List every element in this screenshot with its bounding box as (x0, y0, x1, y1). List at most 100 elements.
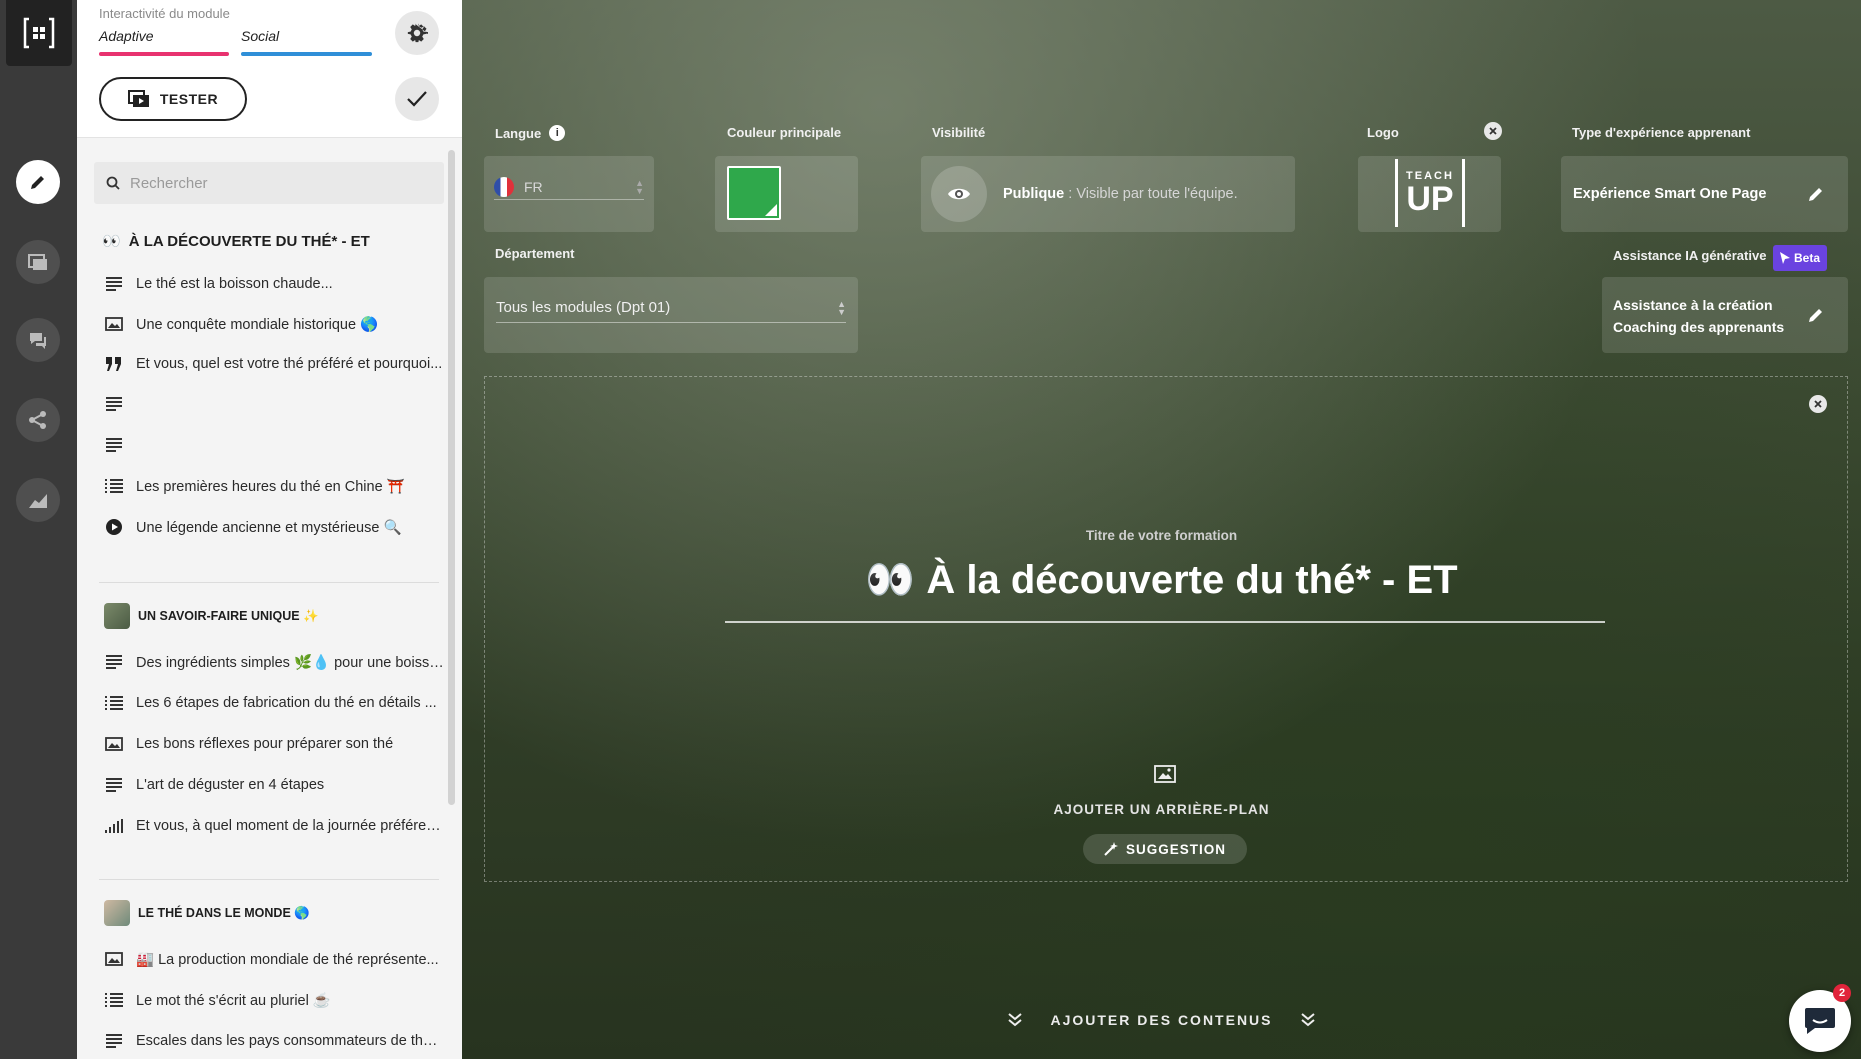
list-item-label: Une conquête mondiale historique 🌎 (136, 316, 379, 333)
section-title[interactable]: 👀 À LA DÉCOUVERTE DU THÉ* - ET (102, 232, 370, 251)
langue-card: FR ▲ ▼ (484, 156, 654, 232)
pencil-icon (31, 176, 44, 189)
list-item[interactable]: Le mot thé s'écrit au pluriel ☕ (104, 986, 444, 1014)
rail-share-button[interactable] (16, 398, 60, 442)
title-underline (725, 621, 1605, 623)
tester-button[interactable]: TESTER (99, 77, 247, 121)
color-swatch-corner (765, 204, 777, 216)
departement-value: Tous les modules (Dpt 01) (496, 299, 671, 316)
eye-button[interactable] (931, 166, 987, 222)
pencil-icon[interactable] (1806, 184, 1826, 204)
ia-line-1: Assistance à la création (1613, 297, 1773, 313)
ia-card[interactable]: Assistance à la création Coaching des ap… (1602, 277, 1848, 353)
rail-edit-button[interactable] (16, 160, 60, 204)
cursor-icon (1779, 252, 1790, 264)
experience-card[interactable]: Expérience Smart One Page (1561, 156, 1848, 232)
app-logo-icon (23, 17, 55, 49)
list-item[interactable]: Et vous, à quel moment de la journée pré… (104, 812, 444, 840)
langue-select[interactable]: FR ▲ ▼ (494, 174, 644, 200)
text-icon (104, 652, 124, 672)
panel-scrollbar[interactable] (448, 150, 455, 805)
play-slides-icon (127, 90, 149, 107)
section-title[interactable]: LE THÉ DANS LE MONDE 🌎 (104, 900, 310, 926)
list-item[interactable]: Les premières heures du thé en Chine ⛩️ (104, 472, 444, 500)
list-item[interactable]: Une légende ancienne et mystérieuse 🔍 (104, 513, 444, 541)
logo-label: Logo (1367, 125, 1399, 140)
cover-remove-button[interactable] (1809, 395, 1827, 413)
suggestion-button[interactable]: SUGGESTION (1083, 834, 1247, 864)
text-icon (104, 394, 124, 414)
visibilite-card[interactable]: Publique : Visible par toute l'équipe. (921, 156, 1295, 232)
side-panel: Interactivité du module Adaptive Social … (77, 0, 462, 1059)
visibilite-text: Publique : Visible par toute l'équipe. (1003, 186, 1238, 202)
list-icon (104, 693, 124, 713)
langue-label-text: Langue (495, 125, 542, 141)
list-icon (104, 990, 124, 1010)
panel-header: Interactivité du module Adaptive Social … (77, 0, 462, 138)
section-title[interactable]: UN SAVOIR-FAIRE UNIQUE ✨ (104, 603, 319, 629)
poll-icon (104, 816, 124, 836)
logo-remove-button[interactable] (1484, 122, 1502, 140)
list-item[interactable]: Les 6 étapes de fabrication du thé en dé… (104, 689, 444, 717)
title-emoji: 👀 (865, 558, 916, 602)
share-icon (29, 411, 46, 429)
list-item[interactable] (104, 431, 444, 459)
left-rail (0, 0, 77, 1059)
list-item[interactable]: Escales dans les pays consommateurs de t… (104, 1027, 444, 1055)
suggestion-label: SUGGESTION (1125, 841, 1226, 857)
departement-select[interactable]: Tous les modules (Dpt 01) ▲ ▼ (496, 293, 846, 323)
teachup-logo: TEACH UP (1395, 159, 1465, 227)
add-contents-label: AJOUTER DES CONTENUS (1050, 1012, 1273, 1028)
list-item-label: Escales dans les pays consommateurs de t… (136, 1033, 444, 1049)
tab-social[interactable]: Social (241, 28, 279, 44)
ia-line-2: Coaching des apprenants (1613, 319, 1785, 335)
section-thumbnail (104, 900, 130, 926)
pencil-icon[interactable] (1806, 305, 1826, 325)
list-item[interactable]: L'art de déguster en 4 étapes (104, 771, 444, 799)
list-item[interactable]: Le thé est la boisson chaude... (104, 270, 444, 298)
settings-button[interactable] (395, 11, 439, 55)
chat-unread-badge: 2 (1833, 984, 1851, 1002)
list-item[interactable]: Et vous, quel est votre thé préféré et p… (104, 350, 444, 378)
list-item[interactable] (104, 390, 444, 418)
experience-label: Type d'expérience apprenant (1572, 125, 1751, 140)
title-label: Titre de votre formation (1085, 528, 1238, 543)
add-contents-button[interactable]: AJOUTER DES CONTENUS (462, 1012, 1861, 1028)
tab-adaptive[interactable]: Adaptive (99, 28, 153, 44)
rail-comments-button[interactable] (16, 318, 60, 362)
rail-stats-button[interactable] (16, 478, 60, 522)
visibilite-bold: Publique (1003, 186, 1065, 202)
course-title[interactable]: 👀 À la découverte du thé* - ET (462, 556, 1861, 603)
info-icon[interactable]: i (549, 125, 566, 141)
validate-button[interactable] (395, 77, 439, 121)
search-icon (106, 176, 120, 190)
list-item[interactable]: Les bons réflexes pour préparer son thé (104, 730, 444, 758)
logo-text-bottom: UP (1406, 180, 1454, 218)
visibilite-label: Visibilité (932, 125, 986, 140)
experience-value: Expérience Smart One Page (1573, 186, 1767, 202)
close-icon (1814, 400, 1822, 408)
rail-media-button[interactable] (16, 240, 60, 284)
search-box (94, 162, 444, 204)
image-add-icon[interactable] (1154, 765, 1176, 783)
tester-label: TESTER (159, 91, 219, 107)
ia-label: Assistance IA générative (1613, 248, 1767, 263)
list-item[interactable]: 🏭 La production mondiale de thé représen… (104, 945, 444, 973)
logo-card[interactable]: TEACH UP (1358, 156, 1501, 232)
text-icon (104, 1031, 124, 1051)
search-input[interactable] (130, 174, 430, 192)
flag-fr-icon (494, 176, 514, 197)
couleur-label: Couleur principale (727, 125, 842, 140)
chat-bubble-icon (1805, 1008, 1835, 1034)
section-thumbnail (104, 603, 130, 629)
tab-adaptive-indicator (99, 52, 229, 56)
add-background-button[interactable]: AJOUTER UN ARRIÈRE-PLAN (462, 802, 1861, 817)
list-item-label: L'art de déguster en 4 étapes (136, 777, 325, 793)
tab-social-indicator (241, 52, 372, 56)
app-logo[interactable] (6, 0, 72, 66)
list-item[interactable]: Une conquête mondiale historique 🌎 (104, 310, 444, 338)
langue-value: FR (524, 178, 543, 195)
list-item[interactable]: Des ingrédients simples 🌿💧 pour une bois… (104, 648, 444, 676)
color-swatch[interactable] (727, 166, 781, 220)
section-title-text: À LA DÉCOUVERTE DU THÉ* - ET (128, 232, 370, 250)
